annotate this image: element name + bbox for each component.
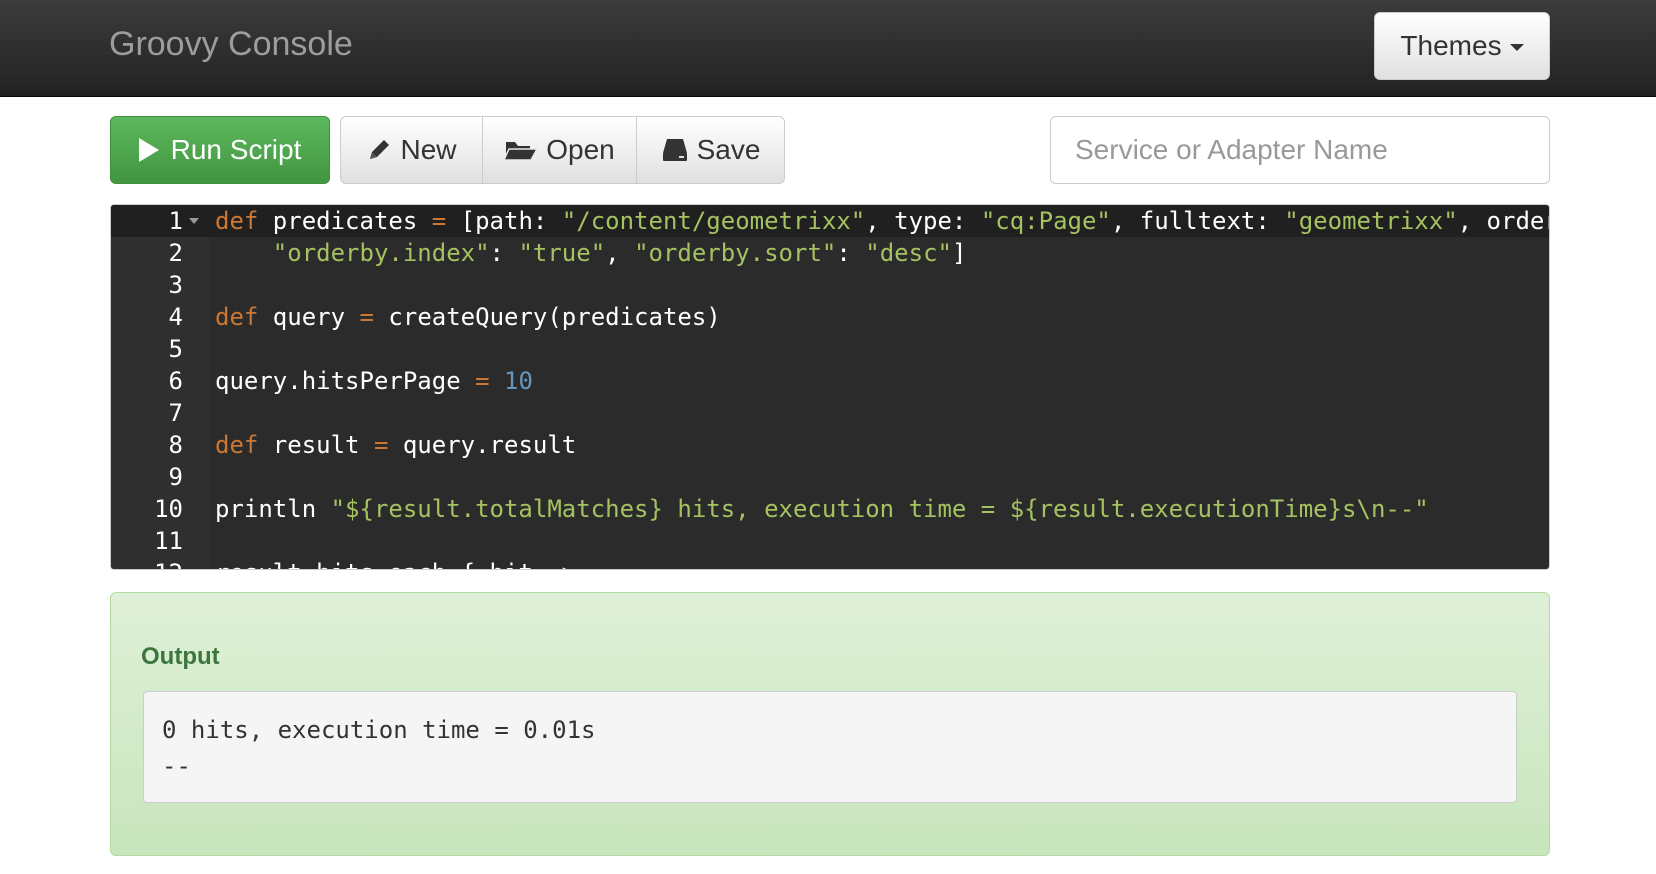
folder-open-icon: [504, 142, 539, 161]
save-button[interactable]: Save: [636, 116, 785, 184]
play-icon: [138, 138, 159, 162]
code-line[interactable]: 4 def query = createQuery(predicates): [111, 301, 1549, 333]
hdd-icon: [662, 139, 687, 161]
line-number: 4: [168, 303, 183, 331]
pencil-icon: [370, 140, 390, 159]
output-title: Output: [141, 643, 220, 670]
code-line[interactable]: 3: [111, 269, 1549, 301]
code-text: query.hitsPerPage = 10: [215, 367, 533, 395]
code-line[interactable]: 11: [111, 525, 1549, 557]
line-number: 7: [168, 399, 183, 427]
code-line[interactable]: 2 "orderby.index": "true", "orderby.sort…: [111, 237, 1549, 269]
line-number: 3: [168, 271, 183, 299]
file-button-group: New Open Save: [340, 116, 785, 184]
code-editor[interactable]: 1 def predicates = [path: "/content/geome…: [110, 204, 1550, 570]
code-line[interactable]: 1 def predicates = [path: "/content/geome…: [111, 205, 1549, 237]
service-name-input[interactable]: [1050, 116, 1550, 184]
run-script-label: Run Script: [170, 134, 302, 165]
open-label: Open: [546, 134, 615, 165]
new-label: New: [400, 134, 457, 165]
run-script-button[interactable]: Run Script: [110, 116, 330, 184]
line-number: 11: [154, 527, 183, 555]
code-line[interactable]: 5: [111, 333, 1549, 365]
caret-down-icon: [1509, 44, 1524, 51]
code-text: def query = createQuery(predicates): [215, 303, 721, 331]
code-line[interactable]: 9: [111, 461, 1549, 493]
code-text: "orderby.index": "true", "orderby.sort":…: [272, 239, 967, 267]
line-number: 12: [111, 557, 183, 569]
line-number: 2: [168, 239, 183, 267]
line-number: 5: [168, 335, 183, 363]
output-panel: Output 0 hits, execution time = 0.01s --: [110, 592, 1550, 856]
code-line[interactable]: 10 println "${result.totalMatches} hits, …: [111, 493, 1549, 525]
line-number: 10: [154, 495, 183, 523]
themes-dropdown-button[interactable]: Themes: [1374, 12, 1550, 80]
fold-arrow-icon[interactable]: [189, 218, 199, 224]
save-label: Save: [696, 134, 761, 165]
code-text: def result = query.result: [215, 431, 577, 459]
code-line[interactable]: 6 query.hitsPerPage = 10: [111, 365, 1549, 397]
line-number: 8: [168, 431, 183, 459]
new-button[interactable]: New: [340, 116, 483, 184]
code-line[interactable]: 12 result.hits.each { hit ->: [111, 557, 1549, 569]
app-title[interactable]: Groovy Console: [109, 24, 353, 64]
line-number: 9: [168, 463, 183, 491]
code-text: println "${result.totalMatches} hits, ex…: [215, 495, 1429, 523]
output-text: 0 hits, execution time = 0.01s --: [143, 691, 1517, 803]
code-line[interactable]: 7: [111, 397, 1549, 429]
line-number: 1: [168, 207, 183, 235]
themes-label: Themes: [1400, 30, 1502, 61]
code-text: result.hits.each { hit ->: [215, 557, 576, 569]
code-line[interactable]: 8 def result = query.result: [111, 429, 1549, 461]
line-number: 6: [168, 367, 183, 395]
code-text: def predicates = [path: "/content/geomet…: [215, 207, 1550, 235]
navbar: Groovy Console Themes: [0, 0, 1656, 97]
open-button[interactable]: Open: [482, 116, 637, 184]
